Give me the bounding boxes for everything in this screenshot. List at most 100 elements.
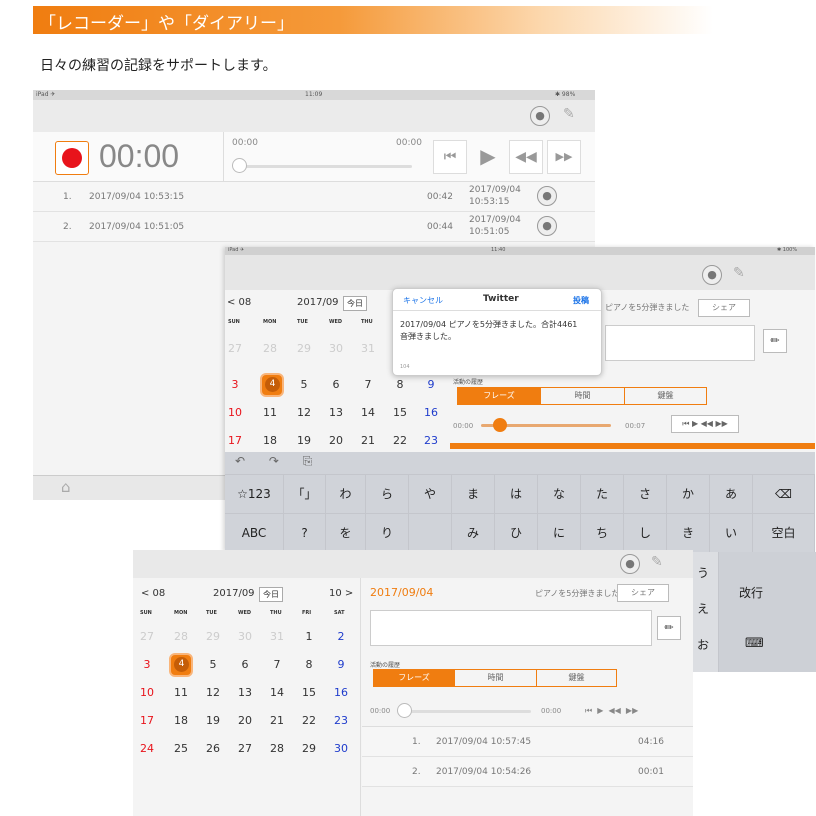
calendar-day[interactable]: 18 <box>260 434 280 447</box>
pen-icon[interactable]: ✎ <box>733 265 745 281</box>
prev-button[interactable]: ⏮ <box>433 140 467 174</box>
calendar-day[interactable]: 11 <box>171 686 191 699</box>
keyboard-key[interactable]: あ <box>710 475 753 513</box>
user-icon[interactable]: ● <box>530 106 550 126</box>
keyboard-key[interactable]: な <box>538 475 581 513</box>
tab-phrase[interactable]: フレーズ <box>374 670 454 686</box>
user-icon[interactable]: ● <box>537 186 557 206</box>
seek-track[interactable] <box>401 710 531 713</box>
calendar-day[interactable]: 23 <box>331 714 351 727</box>
keyboard-key[interactable]: に <box>538 514 581 552</box>
keyboard-key[interactable]: た <box>581 475 624 513</box>
calendar-day[interactable]: 15 <box>299 686 319 699</box>
calendar-day[interactable]: 26 <box>203 742 223 755</box>
calendar-day[interactable]: 14 <box>358 406 378 419</box>
calendar-day[interactable]: 12 <box>203 686 223 699</box>
calendar-day[interactable]: 1 <box>299 630 319 643</box>
selected-day[interactable]: 4 <box>265 377 280 392</box>
tweet-text[interactable]: 2017/09/04 ピアノを5分弾きました。合計4461 音弾きました。 <box>400 319 577 343</box>
keyboard-key[interactable]: や <box>409 475 452 513</box>
calendar-day[interactable]: 28 <box>260 342 280 355</box>
calendar-day[interactable]: 16 <box>421 406 441 419</box>
seek-knob[interactable] <box>232 158 247 173</box>
calendar-day[interactable]: 24 <box>137 742 157 755</box>
cancel-button[interactable]: キャンセル <box>403 295 443 306</box>
calendar-day[interactable]: 21 <box>358 434 378 447</box>
calendar-day[interactable]: 25 <box>171 742 191 755</box>
calendar-day[interactable]: 28 <box>171 630 191 643</box>
key-e[interactable]: え <box>697 600 709 617</box>
user-icon[interactable]: ● <box>537 216 557 236</box>
today-button[interactable]: 今日 <box>343 296 367 311</box>
calendar-day[interactable]: 19 <box>203 714 223 727</box>
calendar-day[interactable]: 3 <box>137 658 157 671</box>
calendar-day[interactable]: 15 <box>390 406 410 419</box>
calendar-day[interactable]: 30 <box>326 342 346 355</box>
next-month-button[interactable]: 10 > <box>329 588 353 599</box>
calendar-day[interactable]: 27 <box>137 630 157 643</box>
playback-controls[interactable]: ⏮ ▶ ◀◀ ▶▶ <box>671 415 739 433</box>
tab-keyboard[interactable]: 鍵盤 <box>624 388 706 404</box>
user-icon[interactable]: ● <box>702 265 722 285</box>
calendar-day[interactable]: 19 <box>294 434 314 447</box>
keyboard-key[interactable]: ち <box>581 514 624 552</box>
edit-button[interactable]: ✏ <box>763 329 787 353</box>
calendar-day[interactable]: 8 <box>299 658 319 671</box>
keyboard-hide-icon[interactable]: ⌨ <box>745 636 764 651</box>
redo-icon[interactable]: ↷ <box>269 454 289 468</box>
calendar-day[interactable]: 17 <box>225 434 245 447</box>
play-button[interactable]: ▶ <box>471 140 505 174</box>
calendar-day[interactable]: 29 <box>294 342 314 355</box>
keyboard-key[interactable]: ☆123 <box>225 475 284 513</box>
key-u[interactable]: う <box>697 564 709 581</box>
keyboard-key[interactable]: ABC <box>225 514 284 552</box>
keyboard-key[interactable]: ら <box>366 475 409 513</box>
calendar-day[interactable]: 17 <box>137 714 157 727</box>
calendar-day[interactable]: 13 <box>326 406 346 419</box>
keyboard-key[interactable]: り <box>366 514 409 552</box>
keyboard-key[interactable]: き <box>667 514 710 552</box>
calendar-day[interactable]: 12 <box>294 406 314 419</box>
calendar-day[interactable]: 27 <box>225 342 245 355</box>
key-o[interactable]: お <box>697 636 709 653</box>
keyboard-key[interactable]: か <box>667 475 710 513</box>
calendar-day[interactable]: 21 <box>267 714 287 727</box>
calendar-day[interactable]: 20 <box>235 714 255 727</box>
calendar-day[interactable]: 7 <box>267 658 287 671</box>
calendar-day[interactable]: 10 <box>137 686 157 699</box>
paste-icon[interactable]: ⎘ <box>303 454 323 468</box>
calendar-day[interactable]: 5 <box>203 658 223 671</box>
calendar-day[interactable]: 22 <box>390 434 410 447</box>
calendar-day[interactable]: 10 <box>225 406 245 419</box>
calendar-day[interactable]: 31 <box>267 630 287 643</box>
recording-row[interactable]: 2. 2017/09/04 10:54:26 00:01 <box>362 757 693 787</box>
recording-row[interactable]: 1. 2017/09/04 10:53:15 00:42 2017/09/04 … <box>33 182 595 212</box>
record-button[interactable] <box>55 141 89 175</box>
pen-icon[interactable]: ✎ <box>563 106 575 122</box>
diary-textbox[interactable] <box>605 325 755 361</box>
keyboard-key[interactable]: さ <box>624 475 667 513</box>
pen-icon[interactable]: ✎ <box>651 554 663 570</box>
calendar-day[interactable]: 13 <box>235 686 255 699</box>
seek-track[interactable] <box>234 165 412 168</box>
keyboard-key[interactable]: 空白 <box>753 514 815 552</box>
calendar-day[interactable]: 22 <box>299 714 319 727</box>
calendar-day[interactable]: 14 <box>267 686 287 699</box>
today-button[interactable]: 今日 <box>259 587 283 602</box>
tab-phrase[interactable]: フレーズ <box>458 388 540 404</box>
calendar-day[interactable]: 5 <box>294 378 314 391</box>
calendar-day[interactable]: 9 <box>421 378 441 391</box>
seek-knob[interactable] <box>493 418 507 432</box>
forward-button[interactable]: ▶▶ <box>547 140 581 174</box>
keyboard-key[interactable]: を <box>326 514 366 552</box>
calendar-day[interactable]: 28 <box>267 742 287 755</box>
enter-key[interactable]: 改行 <box>739 584 763 601</box>
rewind-button[interactable]: ◀◀ <box>509 140 543 174</box>
selected-day[interactable]: 4 <box>174 657 189 672</box>
calendar-day[interactable]: 8 <box>390 378 410 391</box>
keyboard-key[interactable]: し <box>624 514 667 552</box>
calendar-day[interactable]: 3 <box>225 378 245 391</box>
keyboard-key[interactable] <box>409 514 452 552</box>
calendar-day[interactable]: 30 <box>331 742 351 755</box>
calendar-day[interactable]: 2 <box>331 630 351 643</box>
